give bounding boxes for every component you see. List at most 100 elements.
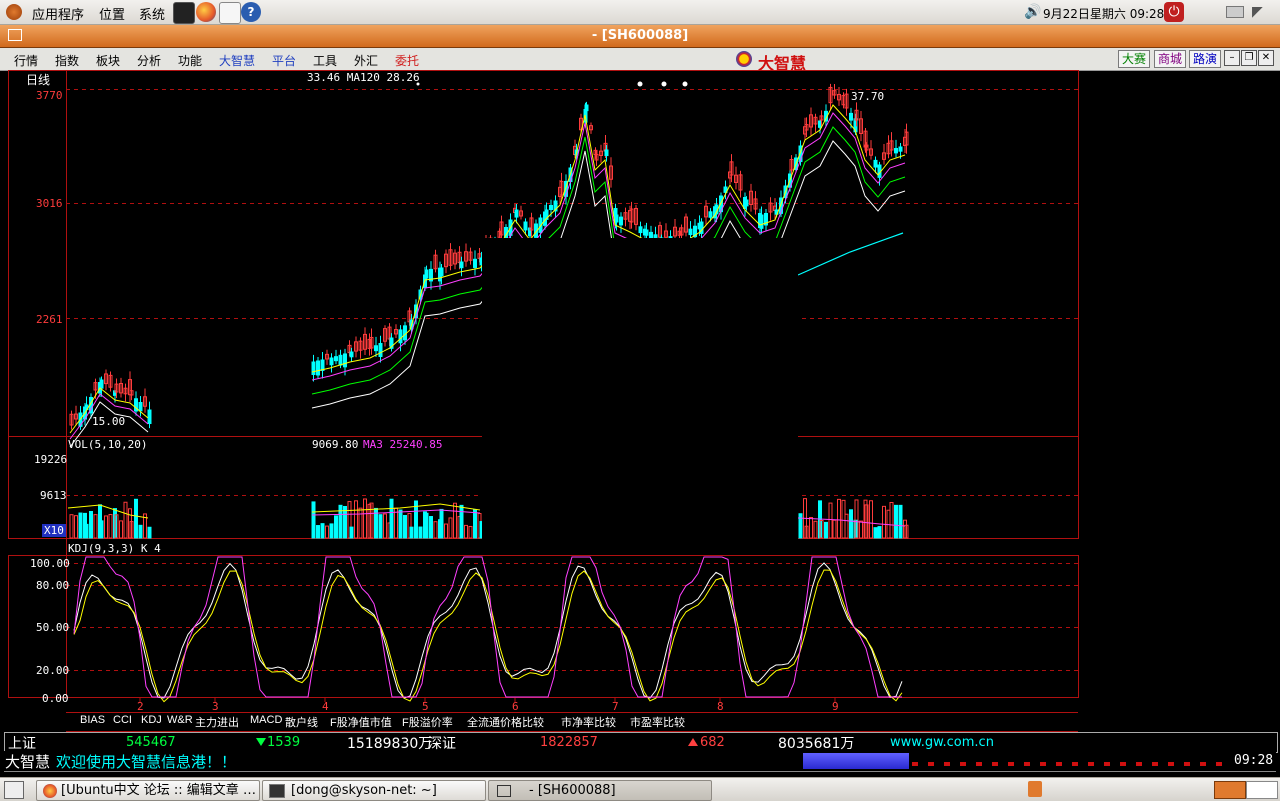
signal-icon[interactable]: ◤ xyxy=(1252,4,1263,20)
month-ticks xyxy=(139,698,836,702)
workspace-2[interactable] xyxy=(1246,781,1278,799)
tab-macd[interactable]: MACD xyxy=(250,714,282,726)
dashed-strip xyxy=(912,762,1232,766)
restore-button[interactable]: ❐ xyxy=(1241,50,1257,66)
terminal-launcher-icon[interactable] xyxy=(173,2,195,24)
tab-kdj[interactable]: KDJ xyxy=(141,714,162,726)
menu-forex[interactable]: 外汇 xyxy=(354,52,378,69)
menu-index[interactable]: 指数 xyxy=(55,52,79,69)
sz-index: 1822857 xyxy=(540,735,598,750)
sz-volume: 8035681万 xyxy=(778,736,855,752)
vol-axis-19226: 19226 xyxy=(34,453,68,466)
menu-analysis[interactable]: 分析 xyxy=(137,52,161,69)
progress-strip xyxy=(803,753,909,769)
kdj-indicator-label[interactable]: KDJ(9,3,3) K 4 xyxy=(68,542,161,555)
low-price-label: 15.00 xyxy=(92,415,126,428)
window-title: - [SH600088] xyxy=(591,28,689,43)
task-terminal[interactable]: [dong@skyson-net: ~] xyxy=(262,780,486,801)
sh-index: 545467 xyxy=(126,735,176,750)
contest-button[interactable]: 大赛 xyxy=(1118,50,1151,68)
bottom-panel: [Ubuntu中文 论坛 :: 编辑文章 … [dong@skyson-net:… xyxy=(0,777,1280,801)
tab-retail-line[interactable]: 散户线 xyxy=(285,714,318,730)
shutdown-icon[interactable]: ⏻ xyxy=(1164,2,1184,22)
firefox-launcher-icon[interactable] xyxy=(196,2,216,22)
occluded-region xyxy=(482,238,798,540)
task-label: - [SH600088] xyxy=(529,783,616,798)
brand-logo-icon xyxy=(736,51,752,67)
price-axis-3770: 3770 xyxy=(36,89,63,102)
status-time: 09:28 xyxy=(1234,753,1274,768)
mail-launcher-icon[interactable] xyxy=(219,2,241,24)
kdj-frame xyxy=(8,555,1079,698)
volume-ma-readout: MA3 25240.85 xyxy=(363,438,443,451)
menu-order[interactable]: 委托 xyxy=(395,52,419,69)
stock-chart[interactable] xyxy=(0,70,1280,730)
price-axis-2261: 2261 xyxy=(36,313,63,326)
ubuntu-logo-icon[interactable] xyxy=(6,4,22,20)
workspace-1[interactable] xyxy=(1214,781,1246,799)
sh-change: 1539 xyxy=(267,735,301,750)
task-firefox[interactable]: [Ubuntu中文 论坛 :: 编辑文章 … xyxy=(36,780,260,801)
close-button[interactable]: ✕ xyxy=(1258,50,1274,66)
task-dzh[interactable]: - [SH600088] xyxy=(488,780,712,801)
window-titlebar[interactable]: - [SH600088] xyxy=(0,25,1280,48)
clock[interactable]: 9月22日星期六 09:28 xyxy=(1043,5,1164,22)
vol-axis-9613: 9613 xyxy=(40,489,67,502)
vol-axis-scale: X10 xyxy=(42,524,66,537)
tab-full-circulation[interactable]: 全流通价格比较 xyxy=(467,714,544,730)
top-panel: 应用程序 位置 系统 ? 🔊 9月22日星期六 09:28 ⏻ ◤ xyxy=(0,0,1280,25)
menu-places[interactable]: 位置 xyxy=(99,4,125,23)
tab-pe-compare[interactable]: 市盈率比较 xyxy=(630,714,685,730)
mall-button[interactable]: 商城 xyxy=(1154,50,1187,68)
kdj-axis-100: 100.00 xyxy=(30,557,70,570)
high-price-label: 37.70 xyxy=(851,90,885,103)
task-label: [dong@skyson-net: ~] xyxy=(291,783,437,798)
tab-f-premium[interactable]: F股溢价率 xyxy=(402,714,453,730)
menu-function[interactable]: 功能 xyxy=(178,52,202,69)
sh-label: 上证 xyxy=(8,736,36,752)
network-icon[interactable] xyxy=(1226,6,1244,18)
price-axis-3016: 3016 xyxy=(36,197,63,210)
kdj-axis-80: 80.00 xyxy=(36,579,70,592)
ma-readout: 33.46 MA120 28.26 xyxy=(307,71,420,84)
index-status-bar xyxy=(4,732,1278,753)
tab-f-nav[interactable]: F股净值市值 xyxy=(330,714,392,730)
up-arrow-icon xyxy=(688,738,698,746)
tab-bias[interactable]: BIAS xyxy=(80,714,105,726)
down-arrow-icon xyxy=(256,738,266,746)
tab-main-flow[interactable]: 主力进出 xyxy=(195,714,239,730)
roadshow-button[interactable]: 路演 xyxy=(1189,50,1222,68)
help-launcher-icon[interactable]: ? xyxy=(241,2,261,22)
volume-icon[interactable]: 🔊 xyxy=(1024,4,1041,20)
ticker-brand: 大智慧 xyxy=(5,753,51,771)
menubar: 行情 指数 板块 分析 功能 大智慧 平台 工具 外汇 委托 大智慧 大赛 商城… xyxy=(0,48,1280,73)
site-url[interactable]: www.gw.com.cn xyxy=(890,735,994,750)
menu-sector[interactable]: 板块 xyxy=(96,52,120,69)
menu-system[interactable]: 系统 xyxy=(139,4,165,23)
ticker-text[interactable]: 欢迎使用大智慧信息港！！ xyxy=(56,751,236,772)
kdj-axis-50: 50.00 xyxy=(36,621,70,634)
tab-pb-compare[interactable]: 市净率比较 xyxy=(561,714,616,730)
menu-platform[interactable]: 平台 xyxy=(272,52,296,69)
trash-icon[interactable] xyxy=(1028,781,1042,797)
tab-cci[interactable]: CCI xyxy=(113,714,132,726)
sh-volume: 15189830万 xyxy=(347,736,433,752)
firefox-icon xyxy=(43,783,57,798)
window-icon xyxy=(497,784,511,797)
kdj-axis-0: 0.00 xyxy=(42,692,69,705)
menu-dzh[interactable]: 大智慧 xyxy=(219,52,255,69)
minimize-button[interactable]: – xyxy=(1224,50,1240,66)
kdj-axis-20: 20.00 xyxy=(36,664,70,677)
menu-tools[interactable]: 工具 xyxy=(313,52,337,69)
task-label: [Ubuntu中文 论坛 :: 编辑文章 … xyxy=(61,783,256,798)
terminal-icon xyxy=(269,783,285,798)
menu-quotes[interactable]: 行情 xyxy=(14,52,38,69)
sz-label: 深证 xyxy=(428,736,456,752)
menu-applications[interactable]: 应用程序 xyxy=(32,4,84,23)
sz-change: 682 xyxy=(700,735,725,750)
volume-indicator-label[interactable]: VOL(5,10,20) xyxy=(68,438,147,451)
tab-wr[interactable]: W&R xyxy=(167,714,193,726)
show-desktop-icon[interactable] xyxy=(4,781,24,799)
event-markers xyxy=(416,81,688,87)
period-label[interactable]: 日线 xyxy=(26,71,50,88)
